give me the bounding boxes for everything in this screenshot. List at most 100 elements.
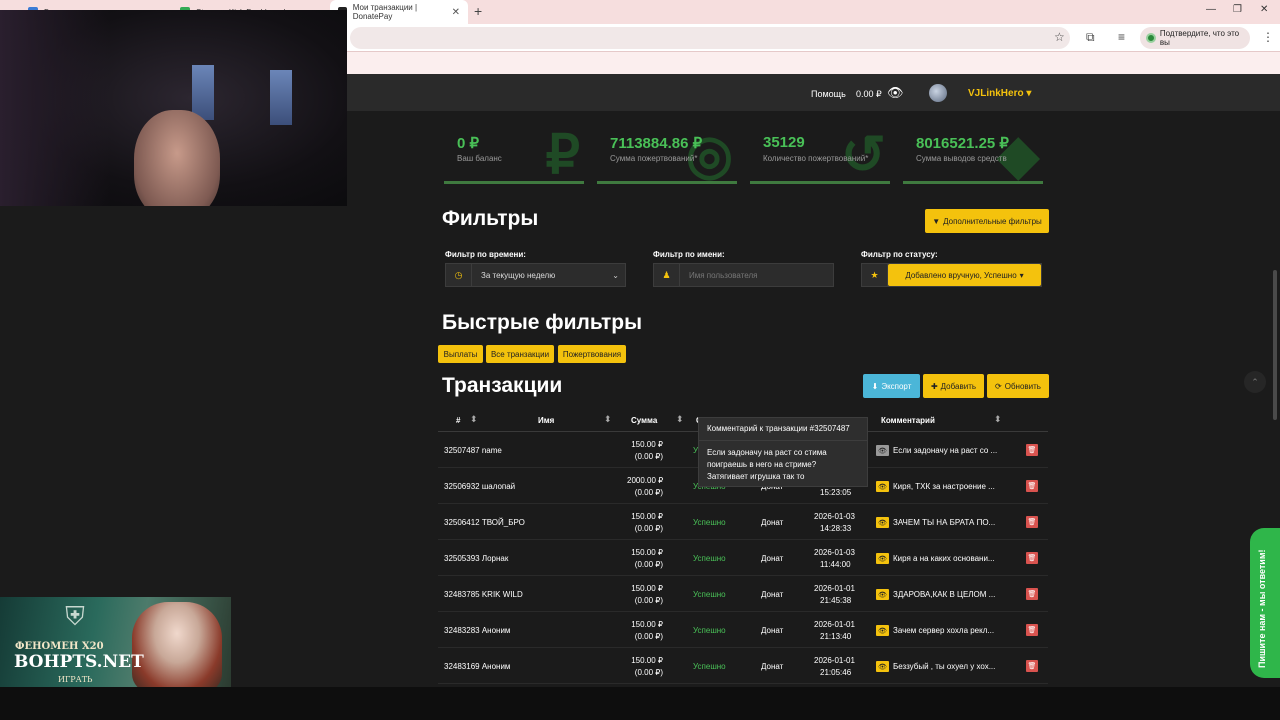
maximize-icon[interactable]: ❐ [1233, 4, 1242, 15]
browser-tab-active[interactable]: Мои транзакции | DonatePay ✕ [330, 0, 468, 24]
cell-amount: 150.00 ₽ [631, 656, 663, 665]
view-comment-eye-icon[interactable]: 👁 [876, 517, 889, 528]
quick-filter-payouts-button[interactable]: Выплаты [438, 345, 483, 363]
cell-type: Донат [761, 518, 784, 527]
table-row[interactable]: 32505393 Лорнак 150.00 ₽ (0.00 ₽) Успешно До… [438, 540, 1048, 576]
cell-id: 32483169 Аноним [444, 662, 511, 671]
taskbar [0, 687, 1280, 720]
view-comment-eye-icon[interactable]: 👁 [876, 445, 889, 456]
cell-comment: Киря а на каких основани... [893, 554, 995, 563]
cell-amount: 150.00 ₽ [631, 584, 663, 593]
chat-widget-button[interactable]: Пишите нам - мы ответим! [1250, 528, 1280, 678]
scroll-up-button[interactable]: ⌃ [1244, 371, 1266, 393]
export-button[interactable]: ⬇ Экспорт [863, 374, 920, 398]
minimize-icon[interactable]: — [1206, 4, 1216, 15]
delete-icon[interactable]: 🗑 [1026, 516, 1038, 528]
user-icon: ♟ [654, 264, 680, 286]
view-comment-eye-icon[interactable]: 👁 [876, 481, 889, 492]
ad-play-button[interactable]: ИГРАТЬ [58, 675, 92, 684]
table-row[interactable]: 32483169 Аноним 150.00 ₽ (0.00 ₽) Успешно До… [438, 648, 1048, 684]
menu-icon[interactable]: ⋮ [1262, 30, 1274, 44]
cell-amount: 150.00 ₽ [631, 548, 663, 557]
help-link[interactable]: Помощь [811, 89, 846, 99]
view-comment-eye-icon[interactable]: 👁 [876, 589, 889, 600]
delete-icon[interactable]: 🗑 [1026, 552, 1038, 564]
add-button[interactable]: ✚ Добавить [923, 374, 984, 398]
extensions-icon[interactable]: ⧉ [1086, 30, 1095, 45]
refresh-button[interactable]: ⟳ Обновить [987, 374, 1049, 398]
cell-comment: Киря, ТХК за настроение ... [893, 482, 995, 491]
cell-date: 2026-01-03 [814, 512, 855, 521]
view-comment-eye-icon[interactable]: 👁 [876, 625, 889, 636]
table-row[interactable]: 32483283 Аноним 150.00 ₽ (0.00 ₽) Успешно До… [438, 612, 1048, 648]
avatar[interactable] [929, 84, 947, 102]
window-close-icon[interactable]: ✕ [1260, 4, 1268, 15]
cell-id: 32483283 Аноним [444, 626, 511, 635]
star-icon: ★ [862, 264, 888, 286]
plus-icon: ✚ [930, 381, 938, 391]
view-comment-eye-icon[interactable]: 👁 [876, 553, 889, 564]
cell-status: Успешно [693, 626, 726, 635]
delete-icon[interactable]: 🗑 [1026, 660, 1038, 672]
cell-amount-net: (0.00 ₽) [634, 632, 663, 641]
quick-filter-all-button[interactable]: Все транзакции [486, 345, 554, 363]
new-tab-icon[interactable]: + [474, 3, 482, 19]
sort-icon[interactable]: ⬍ [676, 414, 684, 425]
sort-icon[interactable]: ⬍ [604, 414, 612, 425]
shield-emblem-icon: ⛨ [65, 601, 85, 631]
time-filter-select[interactable]: ◷ За текущую неделю ⌄ [445, 263, 626, 287]
status-filter-select[interactable]: ★ Добавлено вручную, Успешно ▾ [861, 263, 1042, 287]
column-header-name[interactable]: Имя [538, 416, 554, 425]
cell-status: Успешно [693, 518, 726, 527]
sort-icon[interactable]: ⬍ [994, 414, 1002, 425]
table-row[interactable]: 32506412 ТВОЙ_БРО 150.00 ₽ (0.00 ₽) Успешно… [438, 504, 1048, 540]
chevron-down-icon: ⌄ [612, 270, 619, 280]
webcam-overlay [0, 10, 347, 206]
cell-comment: Зачем сервер хохла рекл... [893, 626, 995, 635]
cell-comment: ЗДАРОВА,КАК В ЦЕЛОМ ... [893, 590, 996, 599]
comment-tooltip: Комментарий к транзакции #32507487 Если … [698, 417, 868, 487]
cell-status: Успешно [693, 662, 726, 671]
stat-balance: ₽ 0 ₽ Ваш баланс [444, 126, 584, 184]
column-header-amount[interactable]: Сумма [631, 416, 657, 425]
column-header-comment[interactable]: Комментарий [881, 416, 935, 425]
scrollbar[interactable] [1273, 270, 1277, 420]
delete-icon[interactable]: 🗑 [1026, 624, 1038, 636]
more-filters-button[interactable]: ▼ Дополнительные фильтры [925, 209, 1049, 233]
status-dropdown-button[interactable]: Добавлено вручную, Успешно ▾ [888, 264, 1041, 286]
bookmark-star-icon[interactable]: ☆ [1054, 30, 1065, 44]
name-filter-field[interactable]: ♟ Имя пользователя [653, 263, 834, 287]
cell-time: 11:44:00 [820, 560, 851, 569]
close-tab-icon[interactable]: ✕ [452, 7, 460, 18]
confirm-identity-button[interactable]: Подтвердите, что это вы [1140, 27, 1250, 49]
user-menu[interactable]: VJLinkHero ▾ [968, 88, 1031, 99]
cell-id: 32507487 name [444, 446, 502, 455]
sort-icon[interactable]: ⬍ [470, 414, 478, 425]
delete-icon[interactable]: 🗑 [1026, 480, 1038, 492]
cell-amount: 150.00 ₽ [631, 440, 663, 449]
delete-icon[interactable]: 🗑 [1026, 588, 1038, 600]
cell-time: 21:05:46 [820, 668, 852, 677]
cell-amount-net: (0.00 ₽) [634, 560, 663, 569]
download-icon: ⬇ [871, 381, 879, 391]
quick-filter-donations-button[interactable]: Пожертвования [558, 345, 626, 363]
ad-banner[interactable]: ⛨ ФЕНОМЕН X20 BOHPTS.NET ИГРАТЬ [0, 597, 231, 692]
cell-status: Успешно [693, 590, 726, 599]
cell-comment: ЗАЧЕМ ТЫ НА БРАТА ПО... [893, 518, 996, 527]
view-comment-eye-icon[interactable]: 👁 [876, 661, 889, 672]
cell-id: 32505393 Лорнак [444, 554, 509, 563]
cell-time: 15:23:05 [820, 488, 852, 497]
status-filter-label: Фильтр по статусу: [861, 250, 938, 259]
filters-title: Фильтры [442, 207, 539, 230]
media-icon[interactable]: ≡ [1118, 30, 1125, 44]
eye-icon[interactable]: 👁 [887, 85, 904, 101]
column-header-id[interactable]: # [456, 416, 460, 425]
delete-icon[interactable]: 🗑 [1026, 444, 1038, 456]
transactions-title: Транзакции [442, 374, 563, 397]
url-field[interactable] [350, 27, 1070, 49]
table-row[interactable]: 32483785 KRIK WILD 150.00 ₽ (0.00 ₽) Успешн… [438, 576, 1048, 612]
name-filter-input[interactable]: Имя пользователя [680, 271, 757, 280]
cell-amount-net: (0.00 ₽) [634, 488, 663, 497]
cell-comment: Беззубый , ты охуел у хох... [893, 662, 996, 671]
header-balance: 0.00 ₽ [856, 89, 882, 99]
